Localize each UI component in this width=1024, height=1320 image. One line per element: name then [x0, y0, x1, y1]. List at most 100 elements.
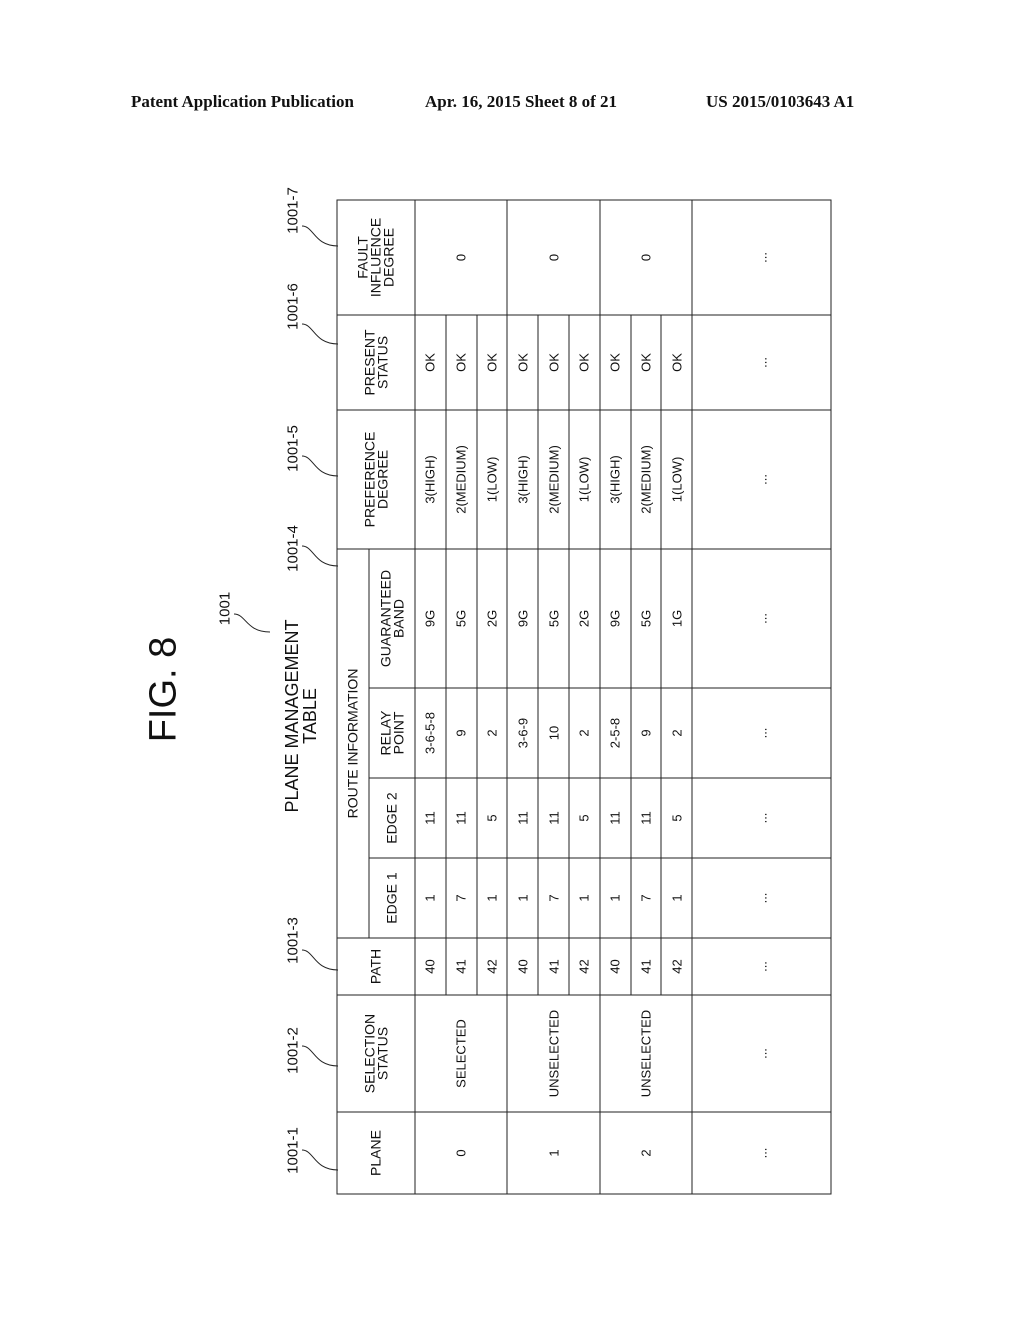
edge1-cell: 1 [415, 857, 446, 938]
header-edge2: EDGE 2 [369, 777, 415, 858]
edge2-cell: 11 [507, 777, 539, 858]
edge1-cell: 1 [507, 857, 539, 938]
present-status-cell: OK [538, 314, 569, 410]
present-status-cell: OK [630, 314, 662, 410]
edge2-cell: 5 [476, 777, 508, 858]
header-fault-influence-degree: FAULT INFLUENCE DEGREE [337, 199, 415, 315]
ellipsis-cell: ... [692, 199, 832, 315]
leader-line [300, 1148, 340, 1172]
path-cell: 40 [415, 937, 446, 995]
guaranteed-band-cell: 5G [630, 548, 662, 688]
preference-degree-cell: 1(LOW) [568, 409, 600, 549]
edge2-cell: 5 [661, 777, 693, 858]
table-reference-numeral: 1001 [216, 591, 234, 626]
edge1-cell: 7 [445, 857, 477, 938]
edge2-cell: 11 [445, 777, 477, 858]
header-relay-point: RELAY POINT [369, 687, 415, 778]
ellipsis-cell: ... [692, 994, 832, 1112]
table-row: 1 UNSELECTED 40 1 11 3-6-9 9G 3(HIGH) OK 0 [507, 199, 600, 1194]
edge2-cell: 11 [599, 777, 631, 858]
column-ref-path: 1001-3 [284, 917, 302, 964]
ellipsis-cell: ... [692, 777, 832, 858]
guaranteed-band-cell: 5G [538, 548, 569, 688]
column-ref-plane: 1001-1 [284, 1127, 302, 1174]
edge2-cell: 11 [415, 777, 446, 858]
header-plane: PLANE [337, 1111, 415, 1194]
guaranteed-band-cell: 2G [568, 548, 600, 688]
present-status-cell: OK [445, 314, 477, 410]
relay-point-cell: 3-6-9 [507, 687, 539, 778]
relay-point-cell: 9 [630, 687, 662, 778]
relay-point-cell: 3-6-5-8 [415, 687, 446, 778]
leader-line [300, 1044, 340, 1068]
edge2-cell: 11 [538, 777, 569, 858]
column-ref-fault-influence: 1001-7 [284, 187, 302, 234]
edge2-cell: 5 [568, 777, 600, 858]
path-cell: 42 [568, 937, 600, 995]
present-status-cell: OK [599, 314, 631, 410]
header-path: PATH [337, 937, 415, 995]
relay-point-cell: 9 [445, 687, 477, 778]
table-title-line2: TABLE [300, 688, 320, 744]
figure-label: FIG. 8 [142, 636, 185, 743]
path-cell: 41 [538, 937, 569, 995]
plane-cell: 0 [415, 1111, 508, 1194]
leader-line [300, 224, 340, 248]
present-status-cell: OK [568, 314, 600, 410]
guaranteed-band-cell: 9G [507, 548, 539, 688]
table-ref-leader-line [232, 612, 272, 636]
leader-line [300, 544, 340, 568]
preference-degree-cell: 2(MEDIUM) [630, 409, 662, 549]
plane-cell: 2 [599, 1111, 693, 1194]
edge1-cell: 1 [476, 857, 508, 938]
ellipsis-cell: ... [692, 548, 832, 688]
guaranteed-band-cell: 9G [415, 548, 446, 688]
header-edge1: EDGE 1 [369, 857, 415, 938]
path-cell: 41 [445, 937, 477, 995]
preference-degree-cell: 3(HIGH) [415, 409, 446, 549]
header-preference-degree: PREFERENCE DEGREE [337, 409, 415, 549]
path-cell: 42 [476, 937, 508, 995]
fault-influence-degree-cell: 0 [599, 199, 693, 315]
guaranteed-band-cell: 2G [476, 548, 508, 688]
relay-point-cell: 2 [568, 687, 600, 778]
ellipsis-cell: ... [692, 937, 832, 995]
table-row: 2 UNSELECTED 40 1 11 2-5-8 9G 3(HIGH) OK 0 [599, 199, 693, 1194]
ellipsis-cell: ... [692, 1111, 832, 1194]
present-status-cell: OK [415, 314, 446, 410]
date-sheet-label: Apr. 16, 2015 Sheet 8 of 21 [425, 92, 618, 111]
preference-degree-cell: 2(MEDIUM) [538, 409, 569, 549]
guaranteed-band-cell: 1G [661, 548, 693, 688]
fault-influence-degree-cell: 0 [507, 199, 600, 315]
header-guaranteed-band: GUARANTEED BAND [369, 548, 415, 688]
ellipsis-cell: ... [692, 687, 832, 778]
path-cell: 40 [599, 937, 631, 995]
ellipsis-cell: ... [692, 409, 832, 549]
ellipsis-row: .............................. [692, 199, 832, 1194]
edge1-cell: 7 [630, 857, 662, 938]
table-row: 0 SELECTED 40 1 11 3-6-5-8 9G 3(HIGH) OK 0 [415, 199, 508, 1194]
ellipsis-cell: ... [692, 314, 832, 410]
table-title: PLANE MANAGEMENT TABLE [282, 601, 320, 831]
patent-number: US 2015/0103643 A1 [706, 92, 855, 111]
column-ref-route-information: 1001-4 [284, 525, 302, 572]
column-ref-selection-status: 1001-2 [284, 1027, 302, 1074]
guaranteed-band-cell: 9G [599, 548, 631, 688]
relay-point-cell: 2 [661, 687, 693, 778]
plane-cell: 1 [507, 1111, 600, 1194]
selection-status-cell: SELECTED [415, 994, 508, 1112]
edge1-cell: 7 [538, 857, 569, 938]
table-title-line1: PLANE MANAGEMENT [282, 619, 302, 813]
leader-line [300, 948, 340, 972]
present-status-cell: OK [476, 314, 508, 410]
preference-degree-cell: 3(HIGH) [507, 409, 539, 549]
leader-line [300, 454, 340, 478]
plane-management-table: PLANE SELECTION STATUS PATH ROUTE INFORMA… [337, 199, 832, 1194]
present-status-cell: OK [661, 314, 693, 410]
column-ref-preference-degree: 1001-5 [284, 425, 302, 472]
ellipsis-cell: ... [692, 857, 832, 938]
selection-status-cell: UNSELECTED [599, 994, 693, 1112]
path-cell: 42 [661, 937, 693, 995]
guaranteed-band-cell: 5G [445, 548, 477, 688]
path-cell: 40 [507, 937, 539, 995]
